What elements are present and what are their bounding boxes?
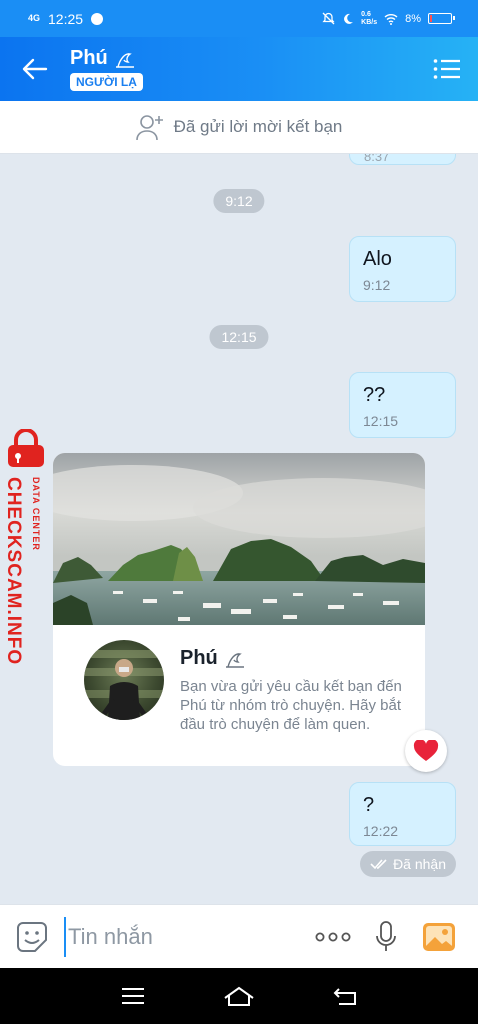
home-button[interactable] [219,976,259,1016]
menu-button[interactable] [416,37,478,101]
more-dots-icon [315,932,351,941]
network-indicator: 4G [28,13,41,23]
messenger-icon [91,12,104,25]
message-time: 12:22 [363,823,399,839]
stranger-badge: NGƯỜI LẠ [70,73,143,91]
back-nav-button[interactable] [325,976,365,1016]
battery-fill [430,15,432,22]
reaction-button[interactable] [405,730,447,772]
chat-area[interactable]: 8:37 9:12 Alo 9:12 12:15 ?? 12:15 Phú Bạ… [0,154,478,904]
voice-button[interactable] [364,905,408,969]
message-input[interactable] [64,916,304,957]
recent-apps-button[interactable] [113,976,153,1016]
message-bubble[interactable]: Alo 9:12 [349,236,456,302]
message-text: ? [363,794,375,816]
time-separator: 9:12 [213,189,265,213]
more-button[interactable] [311,932,355,942]
wifi-icon [384,13,398,25]
delivery-status: Đã nhận [360,851,456,877]
message-bubble-partial[interactable]: 8:37 [349,154,456,165]
wave-icon [225,652,244,668]
moon-icon [344,13,354,24]
heart-icon [413,740,439,761]
contact-avatar[interactable] [84,640,164,720]
data-speed: 0.6 KB/s [361,10,378,26]
back-button[interactable] [0,37,70,101]
clock: 12:25 [48,10,84,27]
message-bubble[interactable]: ?? 12:15 [349,372,456,438]
return-icon [333,988,356,1005]
friend-request-bar: Đã gửi lời mời kết bạn [0,101,478,154]
watermark-main: CHECKSCAM.INFO [3,477,24,666]
delivery-status-text: Đã nhận [393,856,446,872]
back-arrow-icon [22,58,48,80]
contact-name: Phú [70,47,108,69]
message-time: 8:37 [364,154,390,164]
bay-landscape-image [53,453,425,625]
wave-icon [115,52,134,68]
system-nav-bar [0,968,478,1024]
contact-info[interactable]: Phú NGƯỜI LẠ [70,47,143,91]
sticker-button[interactable] [0,905,64,969]
friend-intro-card[interactable]: Phú Bạn vừa gửi yêu cầu kết bạn đến Phú … [53,453,425,766]
chat-header: Phú NGƯỜI LẠ [0,37,478,101]
gallery-button[interactable] [414,905,464,969]
battery-icon [428,13,455,24]
message-time: 12:15 [363,413,399,429]
watermark-sub: DATA CENTER [31,477,41,551]
friend-request-text: Đã gửi lời mời kết bạn [173,117,343,136]
list-menu-icon [433,59,460,79]
menu-lines-icon [122,988,144,1004]
message-text: Alo [363,248,392,270]
watermark: CHECKSCAM.INFO DATA CENTER [2,429,52,669]
image-icon [423,922,455,951]
card-description: Bạn vừa gửi yêu cầu kết bạn đến Phú từ n… [180,678,402,733]
battery-percent: 8% [405,12,421,25]
time-separator: 12:15 [209,325,269,349]
lock-icon [8,429,44,467]
double-check-icon [370,859,387,870]
microphone-icon [376,920,396,951]
card-title: Phú [180,647,218,669]
message-input-bar [0,904,478,968]
message-text: ?? [363,384,386,406]
status-bar: 4G 12:25 0.6 KB/s 8% [0,0,478,37]
message-bubble[interactable]: ? 12:22 [349,782,456,846]
message-time: 9:12 [363,277,391,293]
home-icon [224,986,254,1006]
sticker-icon [17,921,47,952]
mute-icon [322,12,335,25]
add-friend-icon [135,115,163,141]
card-cover-image [53,453,425,625]
